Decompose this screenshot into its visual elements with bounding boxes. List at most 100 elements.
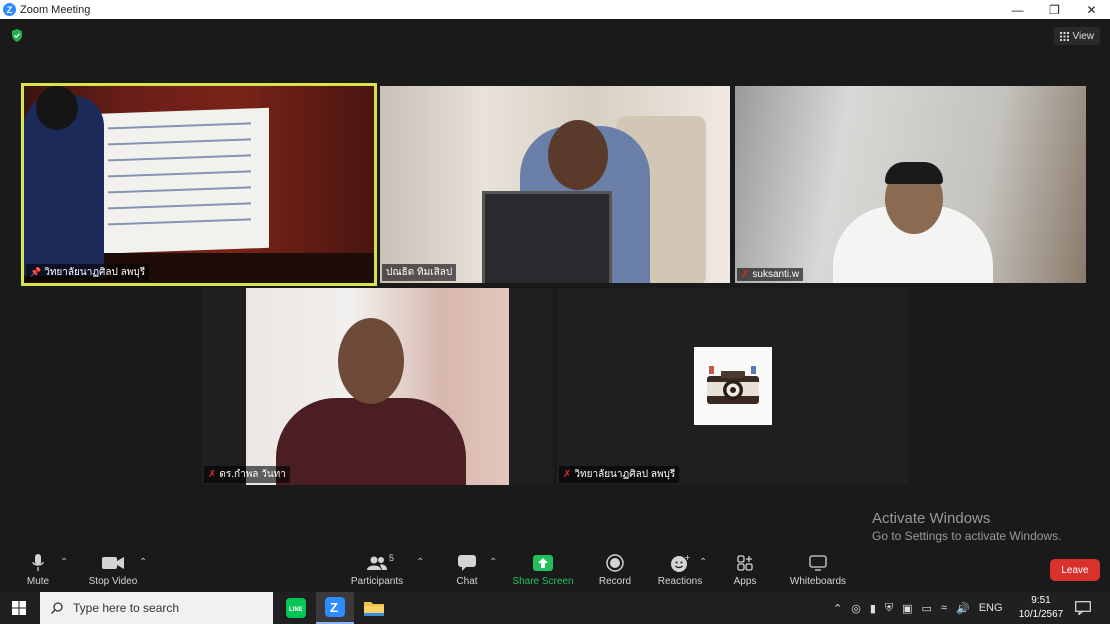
taskbar-file-explorer[interactable] (355, 592, 393, 624)
pin-icon: 📌 (30, 267, 42, 277)
title-bar: Z Zoom Meeting — ❐ ✕ (0, 0, 1110, 19)
reactions-label: Reactions (657, 576, 703, 587)
whiteboards-label: Whiteboards (789, 576, 847, 587)
video-feed (246, 288, 509, 485)
chat-button[interactable]: Chat (450, 547, 484, 592)
search-placeholder: Type here to search (73, 601, 180, 615)
svg-text:Z: Z (330, 600, 338, 615)
meeting-toolbar: Mute ⌃ Stop Video ⌃ 5 Participants ⌃ Cha… (0, 547, 1110, 592)
clock-date: 10/1/2567 (1018, 609, 1064, 620)
video-tile-5[interactable]: ✗ วิทยาลัยนาฏศิลป ลพบุรี (557, 288, 908, 485)
participant-name-tag: ✗ suksanti.w (737, 268, 804, 281)
participant-name-tag: ✗ ดร.กำพล วันทา (204, 466, 290, 483)
svg-text:+: + (684, 554, 690, 562)
view-button[interactable]: View (1053, 27, 1100, 45)
activate-windows-watermark: Activate Windows Go to Settings to activ… (872, 510, 1061, 543)
participant-head (338, 318, 404, 404)
minimize-icon[interactable]: — (999, 0, 1036, 19)
mic-muted-icon: ✗ (741, 269, 750, 280)
mute-options-chevron-icon[interactable]: ⌃ (60, 557, 68, 568)
participant-name-tag: 📌 วิทยาลัยนาฏศิลป ลพบุรี (26, 264, 150, 281)
smiley-plus-icon: + (671, 554, 690, 572)
apps-label: Apps (733, 576, 757, 587)
video-tile-1[interactable]: 📌 วิทยาลัยนาฏศิลป ลพบุรี (21, 83, 377, 286)
participant-name: วิทยาลัยนาฏศิลป ลพบุรี (44, 267, 146, 278)
share-screen-icon (533, 555, 553, 571)
battery-tray-icon[interactable]: ▭ (922, 602, 932, 615)
system-tray: ⌃ ◎ ▮ ⛨ ▣ ▭ ≈ 🔊 ENG (833, 592, 1003, 624)
volume-tray-icon[interactable]: 🔊 (956, 602, 970, 615)
taskbar-clock[interactable]: 9:51 10/1/2567 (1016, 594, 1066, 622)
chat-options-chevron-icon[interactable]: ⌃ (489, 557, 497, 568)
video-camera-icon (102, 557, 124, 569)
participants-label: Participants (350, 576, 404, 587)
video-options-chevron-icon[interactable]: ⌃ (139, 557, 147, 568)
share-screen-button[interactable]: Share Screen (511, 547, 575, 592)
participant-name: ดร.กำพล วันทา (219, 469, 286, 480)
record-button[interactable]: Record (596, 547, 634, 592)
participant-head (548, 120, 608, 190)
reactions-button[interactable]: + Reactions (655, 547, 705, 592)
clock-time: 9:51 (1031, 595, 1051, 606)
whiteboards-button[interactable]: Whiteboards (787, 547, 849, 592)
microphone-icon (32, 554, 44, 571)
notifications-icon[interactable] (1075, 592, 1091, 624)
line-app-icon: LINE (286, 598, 306, 618)
chat-bubble-icon (458, 555, 476, 571)
presenter-head (36, 86, 78, 130)
mic-muted-icon: ✗ (208, 469, 217, 480)
svg-text:LINE: LINE (289, 607, 303, 613)
watermark-line-2: Go to Settings to activate Windows. (872, 529, 1062, 543)
leave-button[interactable]: Leave (1050, 559, 1100, 581)
restore-icon[interactable]: ❐ (1036, 0, 1073, 19)
mute-label: Mute (26, 576, 50, 587)
search-icon (51, 602, 63, 614)
shield-tray-icon[interactable]: ⛨ (885, 602, 893, 615)
mic-tray-icon[interactable]: ▮ (870, 602, 876, 615)
folder-icon (364, 602, 384, 616)
whiteboard-image (86, 107, 269, 255)
participants-icon (367, 556, 387, 570)
whiteboard-icon (809, 555, 827, 571)
security-shield-icon[interactable] (11, 29, 23, 42)
wifi-tray-icon[interactable]: ≈ (941, 602, 947, 614)
language-indicator[interactable]: ENG (979, 602, 1003, 614)
taskbar-search-box[interactable]: Type here to search (40, 592, 273, 624)
video-tile-4[interactable]: ✗ ดร.กำพล วันทา (202, 288, 553, 485)
close-icon[interactable]: ✕ (1073, 0, 1110, 19)
stop-video-button[interactable]: Stop Video (84, 547, 142, 592)
window-title: Zoom Meeting (20, 3, 91, 16)
video-tile-2[interactable]: ปณธิด ทิมเสิลป (380, 86, 730, 283)
participant-name: วิทยาลัยนาฏศิลป ลพบุรี (574, 469, 676, 480)
camera-avatar-icon (707, 366, 759, 404)
taskbar-line-app[interactable]: LINE (277, 592, 315, 624)
camera-tray-icon[interactable]: ◎ (851, 602, 861, 615)
participant-name-tag: ✗ วิทยาลัยนาฏศิลป ลพบุรี (559, 466, 680, 483)
apps-button[interactable]: Apps (729, 547, 761, 592)
participant-name-tag: ปณธิด ทิมเสิลป (382, 264, 457, 281)
participants-button[interactable]: 5 Participants (348, 547, 406, 592)
profile-avatar (694, 347, 772, 425)
view-label: View (1072, 30, 1095, 42)
reactions-options-chevron-icon[interactable]: ⌃ (699, 557, 707, 568)
zoom-logo-icon: Z (3, 3, 16, 16)
video-tile-3[interactable]: ✗ suksanti.w (735, 86, 1086, 283)
windows-taskbar: Type here to search LINE Z ⌃ ◎ ▮ ⛨ ▣ ▭ ≈… (0, 592, 1110, 624)
show-hidden-icons-chevron-icon[interactable]: ⌃ (833, 602, 842, 615)
participants-options-chevron-icon[interactable]: ⌃ (416, 557, 424, 568)
zoom-app-icon: Z (325, 597, 345, 617)
app-tray-icon[interactable]: ▣ (902, 602, 912, 615)
share-screen-label: Share Screen (512, 576, 574, 587)
grid-icon (1059, 31, 1069, 41)
start-button[interactable] (0, 592, 38, 624)
watermark-line-1: Activate Windows (872, 510, 991, 527)
record-icon (606, 554, 624, 572)
mute-button[interactable]: Mute (20, 547, 56, 592)
record-label: Record (598, 576, 632, 587)
participant-figure (276, 398, 466, 485)
participants-count: 5 (389, 553, 395, 563)
window-controls: — ❐ ✕ (999, 0, 1110, 19)
participant-name: suksanti.w (752, 269, 800, 280)
taskbar-zoom-app[interactable]: Z (316, 592, 354, 624)
participant-name: ปณธิด ทิมเสิลป (386, 267, 453, 278)
